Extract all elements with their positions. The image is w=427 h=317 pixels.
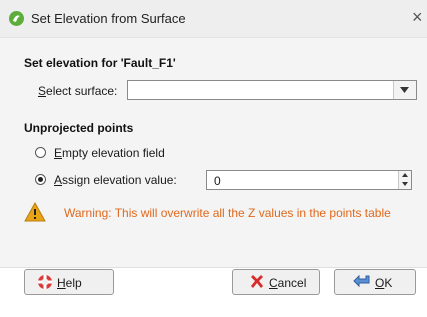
ok-label: OK	[375, 276, 393, 290]
elevation-heading: Set elevation for 'Fault_F1'	[24, 56, 176, 70]
warning-icon	[24, 201, 46, 225]
empty-elevation-radio[interactable]	[35, 147, 46, 158]
spin-buttons	[398, 171, 411, 189]
select-surface-dropdown[interactable]	[127, 80, 417, 100]
dropdown-arrow-icon	[400, 87, 409, 93]
help-label: Help	[57, 276, 82, 290]
close-icon[interactable]: ×	[412, 7, 423, 27]
title-bar: Set Elevation from Surface ×	[0, 0, 427, 38]
empty-elevation-label[interactable]: Empty elevation field	[54, 146, 165, 160]
cancel-button[interactable]: Cancel	[232, 269, 320, 295]
spin-down-icon[interactable]	[399, 180, 411, 189]
help-lifebuoy-icon	[37, 274, 53, 293]
assign-elevation-label[interactable]: Assign elevation value:	[54, 173, 177, 187]
cancel-x-icon	[249, 274, 265, 293]
app-logo-icon	[9, 11, 24, 26]
assign-elevation-radio[interactable]	[35, 174, 46, 185]
unprojected-heading: Unprojected points	[24, 121, 134, 135]
ok-arrow-icon	[353, 274, 371, 293]
elevation-value-spinbox[interactable]: 0	[206, 170, 412, 190]
ok-button[interactable]: OK	[334, 269, 416, 295]
select-surface-label: Select surface:	[38, 84, 118, 98]
cancel-label: Cancel	[269, 276, 307, 290]
dropdown-button[interactable]	[393, 81, 416, 99]
spin-up-icon[interactable]	[399, 171, 411, 180]
elevation-value[interactable]: 0	[214, 174, 221, 188]
window-title: Set Elevation from Surface	[31, 11, 186, 26]
warning-message: Warning: This will overwrite all the Z v…	[64, 206, 391, 220]
help-button[interactable]: Help	[24, 269, 114, 295]
